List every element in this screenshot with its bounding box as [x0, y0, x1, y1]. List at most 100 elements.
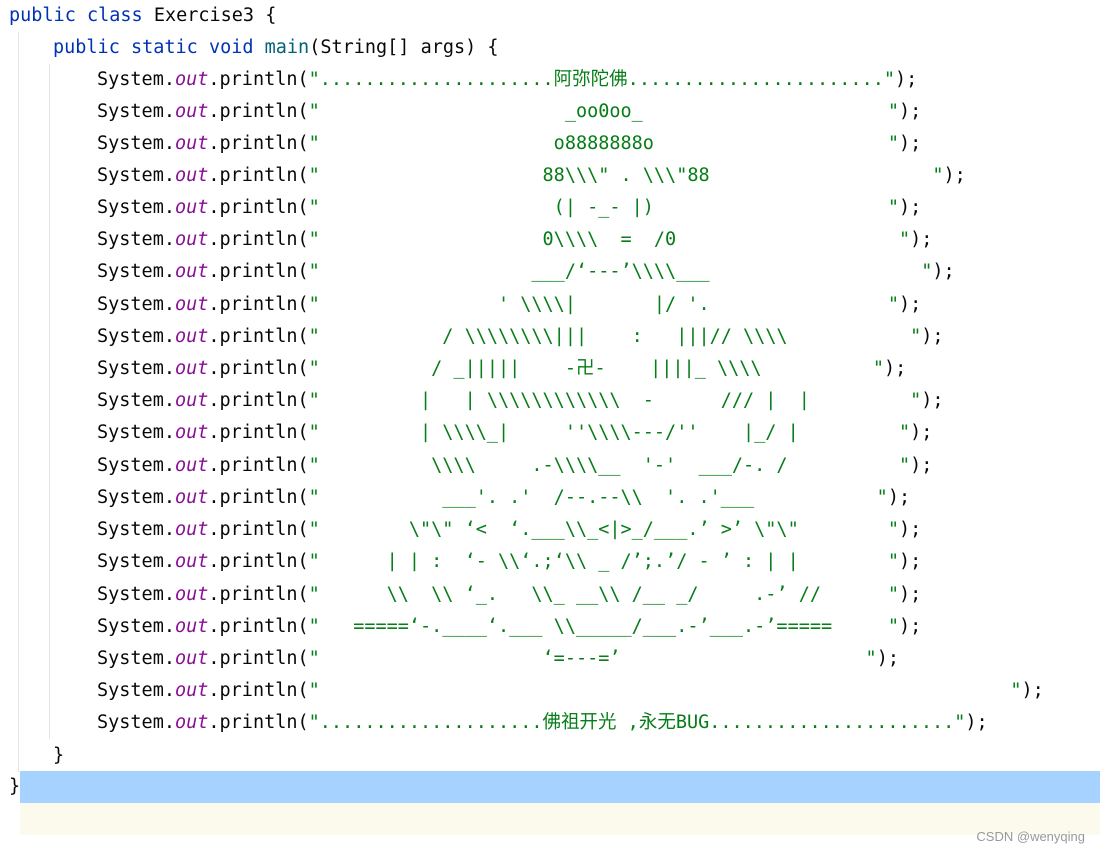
- code-line-println[interactable]: System.out.println(" ");: [97, 675, 1044, 707]
- brace: }: [9, 776, 21, 797]
- indent-guide: [18, 32, 19, 772]
- method-call: .println(: [208, 294, 309, 315]
- code-line-println[interactable]: System.out.println("....................…: [97, 707, 988, 739]
- watermark: CSDN @wenyqing: [976, 829, 1085, 844]
- receiver: System.: [97, 648, 175, 669]
- field-out: out: [174, 487, 209, 508]
- empty-line-highlight: [20, 803, 1100, 835]
- call-end: );: [898, 294, 922, 315]
- string-literal: " \\\\ .-\\\\__ '-' ___/-. / ": [308, 455, 911, 476]
- code-line-println[interactable]: System.out.println(" _oo0oo_ ");: [97, 96, 921, 128]
- code-line-println[interactable]: System.out.println(" ' \\\\| |/ '. ");: [97, 289, 921, 321]
- code-line-println[interactable]: System.out.println(" =====‘-.____‘.___ \…: [97, 611, 921, 643]
- call-end: );: [898, 197, 922, 218]
- keyword: void: [208, 37, 254, 58]
- method-call: .println(: [208, 551, 309, 572]
- code-line-class-decl[interactable]: public class Exercise3 {: [9, 0, 276, 32]
- string-literal: ".....................阿弥陀佛..............…: [308, 69, 895, 90]
- code-line-println[interactable]: System.out.println(" ‘=---=’ ");: [97, 643, 899, 675]
- string-literal: " / \\\\\\\\||| : |||// \\\\ ": [308, 326, 922, 347]
- code-line-println[interactable]: System.out.println(" / \\\\\\\\||| : |||…: [97, 321, 944, 353]
- current-line-highlight: [20, 771, 1100, 803]
- code-line-println[interactable]: System.out.println(" o8888888o ");: [97, 128, 921, 160]
- call-end: );: [932, 261, 955, 282]
- field-out: out: [174, 584, 209, 605]
- receiver: System.: [97, 390, 175, 411]
- brace: {: [265, 5, 277, 26]
- field-out: out: [174, 165, 209, 186]
- string-literal: " ___/‘---’\\\\___ ": [308, 261, 933, 282]
- string-literal: " | | : ‘- \\‘.;‘\\ _ /’;.’/ - ’ : | | ": [308, 551, 899, 572]
- code-line-println[interactable]: System.out.println(" | | \\\\\\\\\\\\ - …: [97, 385, 944, 417]
- string-literal: " \\ \\ ‘_. \\_ __\\ /__ _/ .-’ // ": [308, 584, 899, 605]
- keyword: public: [53, 37, 120, 58]
- code-line-println[interactable]: System.out.println(" \"\" ‘< ‘.___\\_<|>…: [97, 514, 921, 546]
- string-literal: " | | \\\\\\\\\\\\ - /// | | ": [308, 390, 922, 411]
- receiver: System.: [97, 261, 175, 282]
- method-call: .println(: [208, 229, 309, 250]
- code-line-println[interactable]: System.out.println("....................…: [97, 64, 917, 96]
- code-line-println[interactable]: System.out.println(" / _||||| -卍- ||||_ …: [97, 353, 906, 385]
- code-editor[interactable]: public class Exercise3 { public static v…: [0, 0, 1100, 853]
- method-call: .println(: [208, 165, 309, 186]
- code-line-println[interactable]: System.out.println(" | | : ‘- \\‘.;‘\\ _…: [97, 546, 921, 578]
- receiver: System.: [97, 165, 175, 186]
- string-literal: "....................佛祖开光 ,永无BUG........…: [308, 712, 966, 733]
- method-call: .println(: [208, 648, 309, 669]
- string-literal: " _oo0oo_ ": [308, 101, 899, 122]
- call-end: );: [910, 422, 933, 443]
- code-line-println[interactable]: System.out.println(" (| -_- |) ");: [97, 192, 921, 224]
- code-line-println[interactable]: System.out.println(" 88\\\" . \\\"88 ");: [97, 160, 966, 192]
- method-call: .println(: [208, 584, 309, 605]
- method-call: .println(: [208, 390, 309, 411]
- string-literal: " ' \\\\| |/ '. ": [308, 294, 899, 315]
- field-out: out: [174, 519, 209, 540]
- receiver: System.: [97, 69, 175, 90]
- receiver: System.: [97, 294, 175, 315]
- code-line-main-decl[interactable]: public static void main(String[] args) {: [53, 32, 499, 64]
- receiver: System.: [97, 133, 175, 154]
- call-end: );: [876, 648, 899, 669]
- brace: }: [53, 745, 65, 766]
- call-end: );: [884, 358, 907, 379]
- method-call: .println(: [208, 487, 309, 508]
- method-call: .println(: [208, 455, 309, 476]
- call-end: );: [898, 616, 922, 637]
- method-params: (String[] args) {: [309, 37, 499, 58]
- receiver: System.: [97, 680, 175, 701]
- method-call: .println(: [208, 133, 309, 154]
- field-out: out: [174, 551, 209, 572]
- field-out: out: [174, 712, 209, 733]
- code-line-close-method[interactable]: }: [53, 740, 64, 772]
- method-call: .println(: [208, 712, 309, 733]
- code-line-close-class[interactable]: }: [9, 771, 20, 803]
- code-line-println[interactable]: System.out.println(" ___/‘---’\\\\___ ")…: [97, 256, 955, 288]
- code-line-println[interactable]: System.out.println(" \\ \\ ‘_. \\_ __\\ …: [97, 579, 921, 611]
- code-line-println[interactable]: System.out.println(" ___'. .' /--.--\\ '…: [97, 482, 910, 514]
- call-end: );: [898, 519, 922, 540]
- field-out: out: [174, 358, 209, 379]
- call-end: );: [887, 487, 911, 508]
- string-literal: " \"\" ‘< ‘.___\\_<|>_/___.’ >’ \"\" ": [308, 519, 899, 540]
- receiver: System.: [97, 326, 175, 347]
- receiver: System.: [97, 551, 175, 572]
- field-out: out: [174, 229, 209, 250]
- code-line-println[interactable]: System.out.println(" \\\\ .-\\\\__ '-' _…: [97, 450, 932, 482]
- code-line-println[interactable]: System.out.println(" | \\\\_| ''\\\\---/…: [97, 417, 932, 449]
- method-call: .println(: [208, 101, 309, 122]
- method-call: .println(: [208, 616, 309, 637]
- receiver: System.: [97, 616, 175, 637]
- keyword: class: [86, 5, 143, 26]
- receiver: System.: [97, 101, 175, 122]
- call-end: );: [898, 551, 922, 572]
- receiver: System.: [97, 519, 175, 540]
- string-literal: " ": [308, 680, 1022, 701]
- field-out: out: [174, 294, 209, 315]
- field-out: out: [174, 648, 209, 669]
- call-end: );: [910, 229, 933, 250]
- code-line-println[interactable]: System.out.println(" 0\\\\ = /0 ");: [97, 224, 932, 256]
- keyword: public: [9, 5, 76, 26]
- receiver: System.: [97, 358, 175, 379]
- method-call: .println(: [208, 261, 309, 282]
- call-end: );: [898, 133, 922, 154]
